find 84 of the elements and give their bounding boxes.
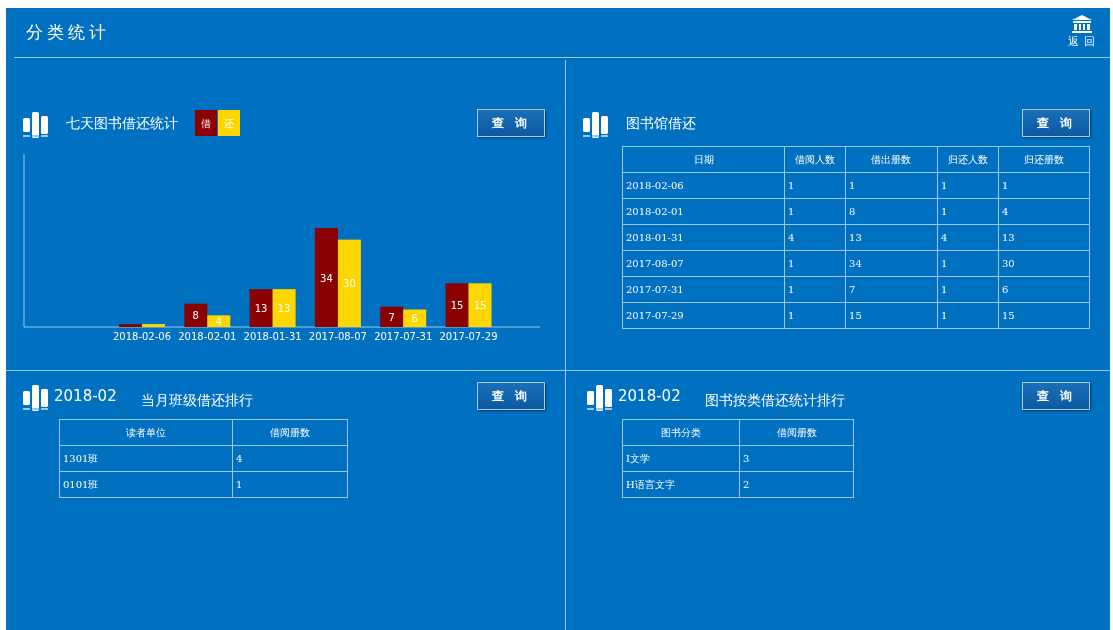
table-cell: 4 bbox=[784, 224, 846, 251]
table-cell: 1 bbox=[784, 172, 846, 199]
table-cell: 8 bbox=[845, 198, 938, 225]
table-cell: 2018-02-01 bbox=[622, 198, 785, 225]
table-cell: 1 bbox=[232, 471, 348, 498]
table-cell: 2018-02-06 bbox=[622, 172, 785, 199]
axis-label: 2017-08-07 bbox=[308, 331, 367, 342]
table-cell: 1 bbox=[784, 276, 846, 303]
table-cell: 13 bbox=[845, 224, 938, 251]
query-button[interactable]: 查 询 bbox=[477, 109, 545, 137]
column-header: 借阅册数 bbox=[739, 419, 854, 446]
data-label: 7 bbox=[388, 311, 395, 323]
query-button[interactable]: 查 询 bbox=[477, 382, 545, 410]
axis-label: 2018-02-06 bbox=[112, 331, 172, 342]
table-cell: 1 bbox=[937, 198, 999, 225]
table-cell: 1 bbox=[784, 198, 846, 225]
table-cell: 2017-07-29 bbox=[622, 302, 785, 329]
data-label: 15 bbox=[473, 300, 487, 312]
back-button[interactable]: 返 回 bbox=[1067, 14, 1096, 51]
table-cell: 2017-07-31 bbox=[622, 276, 785, 303]
axis-label: 2017-07-29 bbox=[439, 331, 498, 342]
bar bbox=[403, 309, 427, 327]
data-label: 15 bbox=[450, 300, 464, 312]
table-cell: 4 bbox=[998, 198, 1090, 225]
bar bbox=[445, 283, 469, 327]
column-header: 借阅册数 bbox=[232, 419, 348, 446]
table-cell: 4 bbox=[232, 445, 348, 472]
column-header: 图书分类 bbox=[622, 419, 740, 446]
table-cell: 1 bbox=[937, 172, 999, 199]
panel-title: 七天图书借还统计 bbox=[66, 113, 178, 133]
column-header: 借出册数 bbox=[845, 146, 938, 173]
axis-label: 2018-02-01 bbox=[178, 331, 237, 342]
data-label: 4 bbox=[215, 316, 222, 328]
bank-building-icon bbox=[1070, 14, 1093, 35]
panel-title: 图书按类借还统计排行 bbox=[704, 390, 845, 410]
query-button[interactable]: 查 询 bbox=[1022, 109, 1090, 137]
table-cell: 1 bbox=[784, 250, 846, 277]
table-cell: 4 bbox=[937, 224, 999, 251]
query-button[interactable]: 查 询 bbox=[1022, 382, 1090, 410]
table-cell: 2017-08-07 bbox=[622, 250, 785, 277]
table-cell: 1 bbox=[937, 302, 999, 329]
axis-label: 2018-01-31 bbox=[243, 331, 302, 342]
table-cell: 1 bbox=[784, 302, 846, 329]
column-header: 日期 bbox=[622, 146, 785, 173]
period-label: 2018-02 bbox=[54, 385, 117, 407]
table-cell: 2 bbox=[739, 471, 854, 498]
period-label: 2018-02 bbox=[618, 385, 681, 407]
table-cell: H语言文字 bbox=[622, 471, 740, 498]
table-cell: 2018-01-31 bbox=[622, 224, 785, 251]
data-label: 34 bbox=[320, 272, 333, 284]
table-cell: 3 bbox=[739, 445, 854, 472]
data-label: 30 bbox=[343, 278, 356, 290]
table-cell: 15 bbox=[998, 302, 1090, 329]
table-cell: 30 bbox=[998, 250, 1090, 277]
table-cell: 0101班 bbox=[59, 471, 233, 498]
bar bbox=[272, 289, 296, 327]
data-label: 8 bbox=[192, 310, 199, 322]
column-header: 归还册数 bbox=[998, 146, 1090, 173]
column-header: 归还人数 bbox=[937, 146, 999, 173]
data-label: 13 bbox=[277, 303, 291, 315]
table-cell: 1 bbox=[937, 276, 999, 303]
table-cell: 6 bbox=[998, 276, 1090, 303]
table-cell: 1301班 bbox=[59, 445, 233, 472]
data-label: 6 bbox=[411, 313, 418, 325]
table-cell: I文学 bbox=[622, 445, 740, 472]
table-cell: 1 bbox=[845, 172, 938, 199]
bar bbox=[249, 289, 273, 327]
column-header: 借阅人数 bbox=[784, 146, 846, 173]
bar bbox=[468, 283, 492, 327]
legend-swatch: 借 bbox=[195, 110, 217, 136]
table-cell: 7 bbox=[845, 276, 938, 303]
table-cell: 13 bbox=[998, 224, 1090, 251]
panel-title: 图书馆借还 bbox=[626, 113, 696, 133]
data-label: 13 bbox=[254, 303, 268, 315]
table-cell: 15 bbox=[845, 302, 938, 329]
legend-swatch: 还 bbox=[218, 110, 240, 136]
axis-label: 2017-07-31 bbox=[374, 331, 433, 342]
page-title: 分类统计 bbox=[26, 20, 110, 44]
table-cell: 34 bbox=[845, 250, 938, 277]
table-cell: 1 bbox=[937, 250, 999, 277]
bar bbox=[380, 306, 404, 327]
table-cell: 1 bbox=[998, 172, 1090, 199]
column-header: 读者单位 bbox=[59, 419, 233, 446]
panel-title: 当月班级借还排行 bbox=[140, 390, 253, 410]
